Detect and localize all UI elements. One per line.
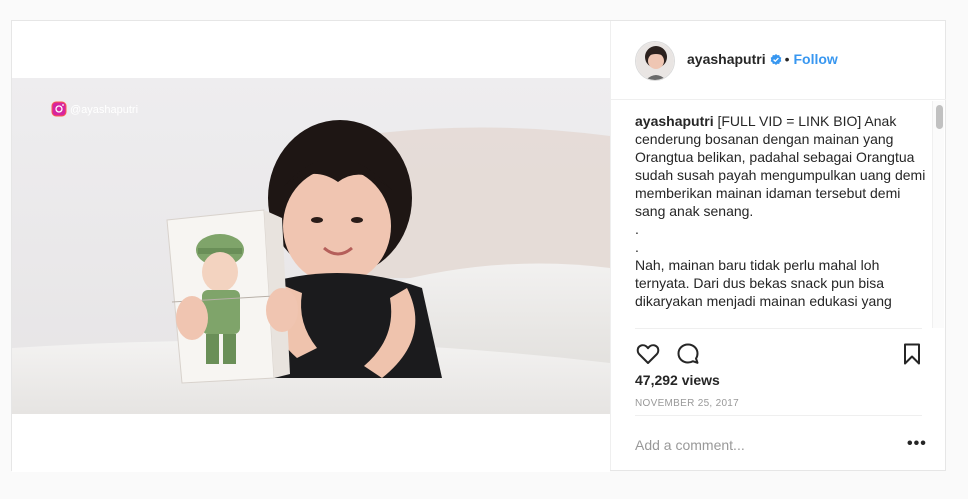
- comment-section: •••: [635, 415, 926, 470]
- heart-icon[interactable]: [635, 341, 661, 367]
- scrollbar-thumb[interactable]: [936, 105, 943, 129]
- follow-button[interactable]: Follow: [794, 51, 838, 67]
- post-date[interactable]: NOVEMBER 25, 2017: [635, 398, 739, 409]
- actions-section: [635, 328, 922, 365]
- bookmark-icon[interactable]: [899, 341, 925, 367]
- caption: ayashaputri [FULL VID = LINK BIO] Anak c…: [635, 112, 931, 328]
- post-container: @ayashaputri ayashaputri • Follow ayashapu…: [11, 20, 946, 472]
- media-area: @ayashaputri: [12, 21, 610, 472]
- verified-badge-icon: [770, 53, 782, 69]
- side-panel: ayashaputri • Follow ayashaputri [FULL VID…: [610, 21, 946, 470]
- header-line: ayashaputri • Follow: [687, 51, 838, 69]
- separator-dot: •: [784, 51, 790, 67]
- more-options-button[interactable]: •••: [907, 435, 927, 453]
- speech-bubble-icon[interactable]: [675, 341, 701, 367]
- action-bar: [635, 341, 922, 367]
- username[interactable]: ayashaputri: [687, 51, 766, 67]
- instagram-logo-icon: [51, 101, 67, 117]
- caption-text: [FULL VID = LINK BIO] Anak cenderung bos…: [635, 113, 926, 309]
- comment-input[interactable]: [635, 435, 885, 455]
- post-header: ayashaputri • Follow: [611, 21, 946, 100]
- caption-username[interactable]: ayashaputri: [635, 113, 714, 129]
- video-player[interactable]: @ayashaputri: [12, 78, 610, 414]
- caption-scrollbar[interactable]: [932, 101, 944, 328]
- view-count[interactable]: 47,292 views: [635, 372, 720, 388]
- video-frame: @ayashaputri: [12, 78, 610, 414]
- avatar[interactable]: [635, 41, 675, 81]
- watermark-text: @ayashaputri: [70, 104, 138, 116]
